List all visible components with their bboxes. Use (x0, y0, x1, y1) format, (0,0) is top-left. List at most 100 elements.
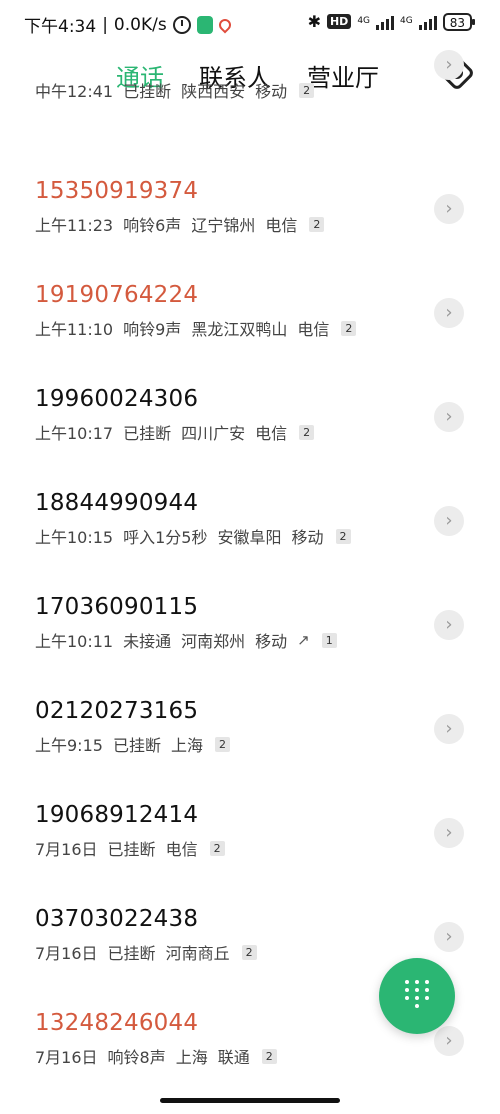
call-status: 已挂断 (112, 736, 161, 755)
call-number: 19068912414 (35, 802, 199, 828)
call-meta: 7月16日 已挂断 电信 2 (35, 836, 225, 860)
call-meta: 中午12:41 已挂断 陕西西安 移动 2 (35, 78, 315, 102)
call-carrier: 联通 (217, 1048, 250, 1067)
dialpad-button[interactable] (379, 958, 455, 1034)
call-meta: 7月16日 已挂断 河南商丘 2 (35, 940, 257, 964)
call-time: 上午10:15 (35, 528, 114, 547)
alarm-icon (172, 15, 191, 34)
status-bar: 下午4:34 | 0.0K/s ✱ HD 4G 4G 83 (0, 0, 500, 46)
details-chevron-icon[interactable]: › (434, 402, 464, 432)
call-row[interactable]: 19068912414 7月16日 已挂断 电信 2 › (0, 802, 500, 906)
call-number: 17036090115 (35, 594, 199, 620)
home-indicator[interactable] (160, 1098, 340, 1103)
call-time: 上午11:10 (35, 320, 114, 339)
call-count-badge: 2 (214, 736, 230, 752)
bluetooth-icon: ✱ (307, 12, 321, 31)
call-meta: 上午11:23 响铃6声 辽宁锦州 电信 2 (35, 212, 325, 236)
status-time: 下午4:34 (24, 17, 97, 37)
call-location: 黑龙江双鸭山 (191, 320, 288, 339)
call-carrier: 电信 (255, 424, 288, 443)
call-count-badge: 2 (309, 216, 325, 232)
call-status: 呼入1分5秒 (123, 528, 208, 547)
details-chevron-icon[interactable]: › (434, 50, 464, 80)
call-status: 响铃8声 (107, 1048, 166, 1067)
details-chevron-icon[interactable]: › (434, 922, 464, 952)
network-label-2: 4G (400, 16, 413, 26)
details-chevron-icon[interactable]: › (434, 714, 464, 744)
call-location: 河南郑州 (181, 632, 246, 651)
call-status: 响铃6声 (123, 216, 182, 235)
call-number: 13248246044 (35, 1010, 199, 1036)
call-time: 7月16日 (35, 944, 98, 963)
call-location: 陕西西安 (181, 82, 246, 101)
call-number: 19190764224 (35, 282, 199, 308)
details-chevron-icon[interactable]: › (434, 194, 464, 224)
call-location: 上海 (175, 1048, 208, 1067)
call-time: 7月16日 (35, 1048, 98, 1067)
call-meta: 上午10:17 已挂断 四川广安 电信 2 (35, 420, 315, 444)
call-status: 已挂断 (107, 840, 156, 859)
network-label-1: 4G (357, 16, 371, 26)
call-count-badge: 2 (299, 82, 315, 98)
call-count-badge: 2 (341, 320, 357, 336)
call-carrier: 移动 (255, 632, 288, 651)
call-location: 辽宁锦州 (191, 216, 256, 235)
call-carrier: 电信 (297, 320, 330, 339)
details-chevron-icon[interactable]: › (434, 610, 464, 640)
call-count-badge: 2 (209, 840, 225, 856)
call-row[interactable]: 18844990944 上午10:15 呼入1分5秒 安徽阜阳 移动 2 › (0, 490, 500, 594)
status-right: ✱ HD 4G 4G 83 (307, 12, 476, 31)
status-separator: | (102, 14, 108, 35)
call-meta: 上午10:15 呼入1分5秒 安徽阜阳 移动 2 (35, 524, 351, 548)
call-row[interactable]: 19960024306 上午10:17 已挂断 四川广安 电信 2 › (0, 386, 500, 490)
call-count-badge: 1 (321, 632, 337, 648)
details-chevron-icon[interactable]: › (434, 506, 464, 536)
call-status: 响铃9声 (123, 320, 182, 339)
call-count-badge: 2 (335, 528, 351, 544)
call-row[interactable]: 19190764224 上午11:10 响铃9声 黑龙江双鸭山 电信 2 › (0, 282, 500, 386)
call-location: 安徽阜阳 (217, 528, 282, 547)
call-status: 已挂断 (107, 944, 156, 963)
status-left: 下午4:34 | 0.0K/s (24, 12, 234, 37)
battery-icon: 83 (442, 12, 476, 31)
signal-icon-1 (376, 14, 395, 30)
call-number: 15350919374 (35, 178, 199, 204)
call-carrier: 移动 (255, 82, 288, 101)
call-row[interactable]: 15350919374 上午11:23 响铃6声 辽宁锦州 电信 2 › (0, 178, 500, 282)
call-row[interactable]: 02120273165 上午9:15 已挂断 上海 2 › (0, 698, 500, 802)
location-icon (216, 16, 234, 33)
call-count-badge: 2 (299, 424, 315, 440)
call-carrier: 移动 (291, 528, 324, 547)
details-chevron-icon[interactable]: › (434, 1026, 464, 1056)
signal-icon-2 (418, 14, 437, 30)
call-row[interactable]: 17036090115 上午10:11 未接通 河南郑州 移动 ↗ 1 › (0, 594, 500, 698)
call-meta: 7月16日 响铃8声 上海 联通 2 (35, 1044, 277, 1068)
call-number: 02120273165 (35, 698, 199, 724)
outgoing-call-icon: ↗ (297, 631, 310, 649)
call-time: 中午12:41 (35, 82, 114, 101)
call-time: 上午10:17 (35, 424, 114, 443)
call-number: 18844990944 (35, 490, 199, 516)
hd-badge: HD (326, 14, 352, 29)
call-meta: 上午9:15 已挂断 上海 2 (35, 732, 230, 756)
details-chevron-icon[interactable]: › (434, 298, 464, 328)
call-time: 7月16日 (35, 840, 98, 859)
call-time: 上午9:15 (35, 736, 103, 755)
call-number: 19960024306 (35, 386, 199, 412)
call-meta: 上午10:11 未接通 河南郑州 移动 ↗ 1 (35, 628, 337, 652)
call-status: 已挂断 (123, 424, 172, 443)
shield-icon (196, 15, 213, 34)
call-location: 河南商丘 (165, 944, 230, 963)
call-row[interactable]: 中午12:41 已挂断 陕西西安 移动 2 › (0, 50, 500, 176)
call-number: 03703022438 (35, 906, 199, 932)
call-count-badge: 2 (241, 944, 257, 960)
details-chevron-icon[interactable]: › (434, 818, 464, 848)
status-speed: 0.0K/s (113, 14, 167, 35)
call-status: 未接通 (123, 632, 172, 651)
call-status: 已挂断 (123, 82, 172, 101)
call-location: 四川广安 (181, 424, 246, 443)
call-time: 上午10:11 (35, 632, 114, 651)
call-location: 上海 (170, 736, 203, 755)
call-location: 电信 (165, 840, 198, 859)
dialpad-icon (405, 980, 429, 1012)
